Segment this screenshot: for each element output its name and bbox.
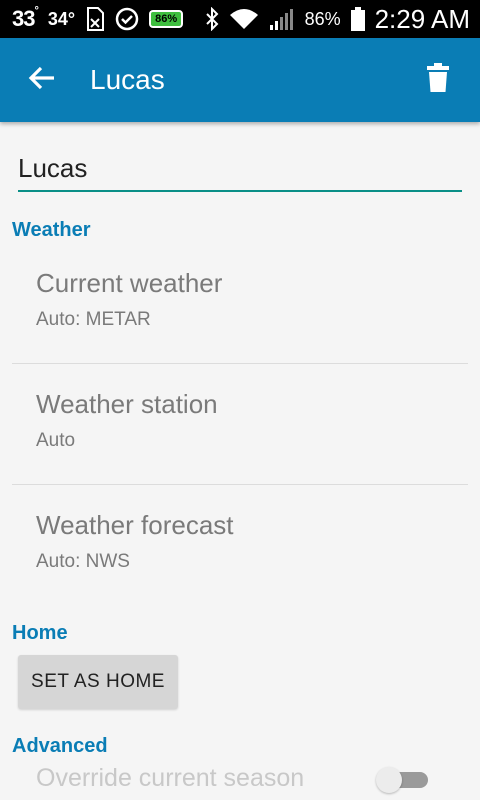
override-season-label: Override current season [36,764,305,792]
bluetooth-icon [205,7,219,31]
set-as-home-button[interactable]: SET AS HOME [18,655,178,709]
section-header-advanced: Advanced [12,735,108,757]
pref-weather-station[interactable]: Weather station Auto [12,363,468,483]
delete-button[interactable] [396,38,480,122]
pref-summary: Auto [36,430,76,451]
clock-time: 2:29 AM [374,3,470,34]
battery-percentage: 86% [304,8,341,29]
section-header-home: Home [12,622,68,644]
pref-summary: Auto: METAR [36,309,151,330]
check-circle-icon [115,7,139,31]
back-button[interactable] [0,38,84,122]
status-bar-left: 33° 34° 86% [12,4,184,32]
temperature-1: 33° [12,4,39,32]
sim-card-icon [85,7,105,31]
signal-icon [269,7,295,31]
battery-badge: 86% [149,10,184,28]
temperature-1-value: 33 [12,6,36,31]
override-season-toggle[interactable] [376,767,428,793]
status-bar: 33° 34° 86% 86% 2:29 AM [0,0,480,38]
location-name-input[interactable] [18,152,462,192]
app-bar: Lucas [0,38,480,122]
page-title: Lucas [90,64,165,95]
pref-current-weather[interactable]: Current weather Auto: METAR [12,242,468,362]
pref-summary: Auto: NWS [36,551,130,572]
pref-title: Current weather [36,268,223,298]
settings-content: Weather Current weather Auto: METAR Weat… [0,122,480,800]
temperature-2: 34° [47,8,76,29]
wifi-icon [229,7,259,31]
pref-title: Weather forecast [36,510,234,540]
battery-icon [350,7,365,31]
trash-icon [426,62,450,98]
pref-title: Weather station [36,389,218,419]
status-bar-right: 86% 2:29 AM [205,4,470,35]
toggle-thumb [376,767,402,793]
section-header-weather: Weather [12,219,91,241]
pref-weather-forecast[interactable]: Weather forecast Auto: NWS [12,484,468,604]
arrow-left-icon [28,64,56,97]
temperature-1-unit: ° [34,4,39,17]
